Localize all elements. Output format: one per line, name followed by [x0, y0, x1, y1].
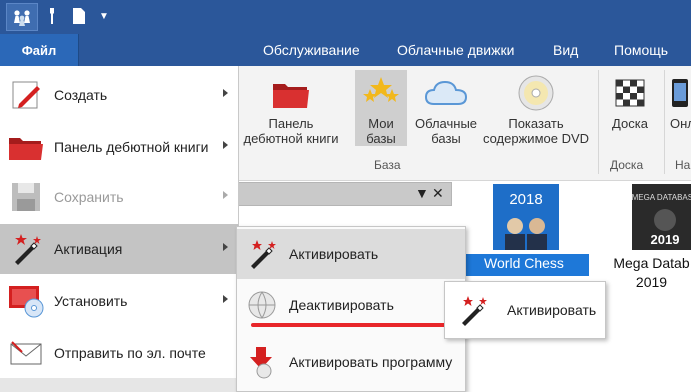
show-dvd-button[interactable]: Показать содержимое DVD [478, 70, 594, 146]
red-folder-icon [4, 127, 48, 167]
world-chess-2018-cover-icon: 2018 [493, 184, 559, 250]
file-menu-item-label: Создать [54, 87, 108, 103]
tile-label-line2: 2019 [635, 274, 668, 290]
file-menu-item-save[interactable]: Сохранить [0, 172, 238, 222]
document-icon [73, 8, 85, 24]
submenu-item-activate-program[interactable]: Активировать программу [237, 337, 465, 387]
tab-help[interactable]: Помощь [614, 34, 668, 66]
tab-service[interactable]: Обслуживание [263, 34, 360, 66]
tile-label-line1: Mega Datab [613, 255, 690, 271]
stars-icon [363, 77, 399, 102]
mega-database-2019-cover-icon: MEGA DATABASE 2019 [632, 184, 691, 250]
magic-wand-icon [241, 238, 283, 270]
tooltip-label: Активировать [507, 302, 597, 318]
file-menu-item-send-email[interactable]: Отправить по эл. почте [0, 328, 238, 378]
ribbon: Панель дебютной книги Мои базы Облачные … [238, 66, 691, 181]
tab-view[interactable]: Вид [553, 34, 578, 66]
opening-panel-label-line1: Панель [268, 116, 314, 131]
ribbon-separator [664, 70, 665, 174]
file-menu-footer [0, 378, 238, 392]
cloud-bases-label-line1: Облачные [414, 116, 478, 131]
dropdown-arrow-icon: ▼ [99, 10, 109, 22]
magic-wand-icon [451, 293, 495, 327]
panel-close-icon[interactable]: ✕ [432, 185, 444, 202]
cloud-bases-label-line2: базы [431, 131, 461, 146]
app-logo-button[interactable] [6, 3, 38, 31]
online-label: Онл [670, 116, 691, 131]
chessboard-icon [615, 79, 645, 107]
my-bases-label-line1: Мои [368, 116, 394, 131]
submenu-arrow-icon [223, 243, 228, 251]
title-bar: ▼ [0, 0, 691, 34]
tab-cloud-engines[interactable]: Облачные движки [397, 34, 514, 66]
file-menu-item-opening-panel[interactable]: Панель дебютной книги [0, 122, 238, 172]
red-underline-marker [251, 323, 447, 327]
dvd-icon [518, 75, 554, 111]
my-bases-label-line2: базы [366, 131, 396, 146]
submenu-item-activate[interactable]: Активировать [237, 229, 465, 279]
file-menu-item-activation[interactable]: Активация [0, 224, 238, 274]
ribbon-separator [598, 70, 599, 174]
cloud-icon [424, 80, 468, 105]
file-menu-item-install[interactable]: Установить [0, 276, 238, 326]
panel-header: ▼ ✕ [238, 182, 452, 206]
group-label-board: Доска [610, 158, 644, 172]
tools-button[interactable] [42, 3, 62, 29]
panel-dropdown-icon[interactable]: ▼ [415, 185, 429, 201]
file-menu-item-label: Установить [54, 293, 128, 309]
submenu-arrow-icon [223, 89, 228, 97]
file-menu-item-label: Сохранить [54, 189, 124, 205]
opening-panel-button[interactable]: Панель дебютной книги [238, 70, 344, 146]
menu-bar: Файл Обслуживание Облачные движки Вид По… [0, 34, 691, 66]
tile-badge-2018: 2018 [509, 191, 542, 208]
submenu-arrow-icon [223, 295, 228, 303]
red-arrow-install-icon [241, 345, 283, 379]
my-bases-button[interactable]: Мои базы [355, 70, 407, 146]
board-label: Доска [612, 116, 648, 131]
activation-submenu: Активировать Деактивировать Активировать… [236, 226, 466, 392]
opening-panel-label-line2: дебютной книги [243, 131, 339, 146]
submenu-item-label: Активировать [289, 246, 379, 262]
pencil-icon [4, 75, 48, 115]
globe-disc-icon [241, 289, 283, 321]
database-tile[interactable]: MEGA DATABASE 2019 Mega Datab 2019 [612, 184, 691, 290]
tile-badge-2019: 2019 [651, 232, 680, 247]
activate-tooltip: Активировать [444, 281, 606, 339]
database-tile[interactable]: 2018 World Chess [459, 184, 589, 276]
cloud-bases-button[interactable]: Облачные базы [414, 70, 478, 146]
phone-icon [672, 79, 688, 107]
floppy-disk-icon [4, 177, 48, 217]
submenu-item-label: Деактивировать [289, 297, 394, 313]
file-menu-item-create[interactable]: Создать [0, 70, 238, 120]
online-button[interactable]: Онл [670, 70, 691, 131]
tile-badge-top: MEGA DATABASE [632, 193, 691, 202]
new-document-button[interactable] [68, 3, 90, 29]
quick-access-dropdown[interactable]: ▼ [96, 3, 112, 29]
install-cd-icon [4, 281, 48, 321]
magic-wand-icon [4, 229, 48, 269]
show-dvd-label-line2: содержимое DVD [482, 131, 590, 146]
group-label-base: База [374, 158, 401, 172]
red-folder-icon [273, 84, 309, 108]
board-button[interactable]: Доска [608, 70, 652, 131]
chess-pieces-icon [14, 10, 30, 26]
email-envelope-icon [4, 333, 48, 373]
submenu-item-label: Активировать программу [289, 354, 453, 370]
file-menu: Создать Панель дебютной книги Сохранить … [0, 66, 239, 392]
tile-label-line1: World Chess [459, 254, 589, 276]
submenu-arrow-icon [223, 141, 228, 149]
group-label-extra: На [675, 158, 691, 172]
wrench-icon [50, 8, 54, 24]
file-menu-item-label: Отправить по эл. почте [54, 345, 206, 361]
file-menu-item-label: Панель дебютной книги [54, 139, 209, 155]
submenu-arrow-icon [223, 191, 228, 199]
show-dvd-label-line1: Показать [508, 116, 564, 131]
file-menu-item-label: Активация [54, 241, 123, 257]
tab-file[interactable]: Файл [0, 34, 79, 66]
